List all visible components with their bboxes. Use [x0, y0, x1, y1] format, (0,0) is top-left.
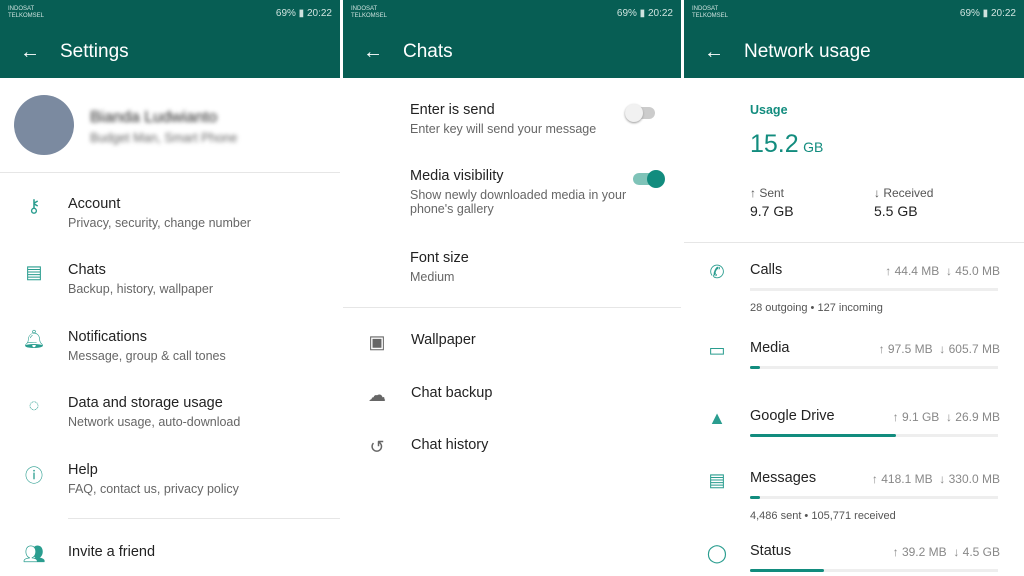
status-bar: INDOSAT TELKOMSEL 69% ▮ 20:22: [684, 0, 1024, 26]
media-visibility-setting[interactable]: Media visibility Show newly downloaded me…: [410, 168, 630, 216]
back-arrow-icon[interactable]: ←: [0, 41, 60, 64]
settings-item[interactable]: ▤ Chats Backup, history, wallpaper: [0, 262, 340, 296]
app-bar: ← Settings: [0, 26, 340, 78]
font-size-setting[interactable]: Font size Medium: [410, 250, 681, 284]
profile[interactable]: Bianda Ludwianto Budget Man, Smart Phone: [0, 95, 340, 155]
usage-progress-bar: [750, 288, 998, 291]
settings-item[interactable]: ⚷ Account Privacy, security, change number: [0, 196, 340, 230]
chats-screen: INDOSAT TELKOMSEL 69% ▮ 20:22 ← Chats Ente…: [343, 0, 681, 576]
status-icon: ◯: [706, 543, 728, 563]
usage-progress-bar: [750, 569, 998, 572]
wallpaper-icon: ▣: [368, 332, 386, 352]
app-bar: ← Network usage: [684, 26, 1024, 78]
settings-item[interactable]: 🔔︎ Notifications Message, group & call ton…: [0, 329, 340, 363]
avatar: [14, 95, 74, 155]
people-icon: 👥︎: [22, 544, 46, 564]
page-title: Network usage: [744, 41, 871, 62]
message-icon: ▤: [708, 470, 726, 490]
settings-item[interactable]: ◌ Data and storage usage Network usage, au…: [0, 395, 340, 429]
cloud-icon: ☁: [368, 385, 386, 405]
drive-icon: ▲: [708, 408, 726, 428]
chats-item[interactable]: ☁ Chat backup: [343, 385, 681, 406]
media-icon: ▭: [708, 340, 726, 360]
bell-icon: 🔔︎: [22, 329, 46, 349]
help-icon: ⓘ: [25, 466, 43, 486]
chat-icon: ▤: [25, 262, 43, 282]
usage-progress-bar: [750, 366, 998, 369]
phone-icon: ✆: [709, 262, 725, 282]
status-bar: INDOSAT TELKOMSEL 69% ▮ 20:22: [0, 0, 340, 26]
status-bar: INDOSAT TELKOMSEL 69% ▮ 20:22: [343, 0, 681, 26]
back-arrow-icon[interactable]: ←: [343, 41, 403, 64]
chats-item[interactable]: ▣ Wallpaper: [343, 332, 681, 353]
usage-progress-bar: [750, 434, 998, 437]
settings-item[interactable]: 👥︎ Invite a friend: [0, 544, 340, 565]
enter-is-send-toggle[interactable]: [625, 104, 655, 122]
total-usage: 15.2 GB: [750, 130, 824, 158]
back-arrow-icon[interactable]: ←: [684, 41, 744, 64]
network-usage-screen: INDOSAT TELKOMSEL 69% ▮ 20:22 ← Network us…: [684, 0, 1024, 576]
page-title: Settings: [60, 41, 129, 62]
data-usage-icon: ◌: [28, 395, 40, 415]
media-visibility-toggle[interactable]: [633, 170, 665, 188]
key-icon: ⚷: [27, 196, 41, 216]
history-icon: ↺: [369, 437, 385, 457]
settings-screen: INDOSAT TELKOMSEL 69% ▮ 20:22 ← Settings B…: [0, 0, 340, 576]
app-bar: ← Chats: [343, 26, 681, 78]
chats-item[interactable]: ↺ Chat history: [343, 437, 681, 458]
page-title: Chats: [403, 41, 453, 62]
settings-item[interactable]: ⓘ Help FAQ, contact us, privacy policy: [0, 462, 340, 496]
usage-progress-bar: [750, 496, 998, 499]
